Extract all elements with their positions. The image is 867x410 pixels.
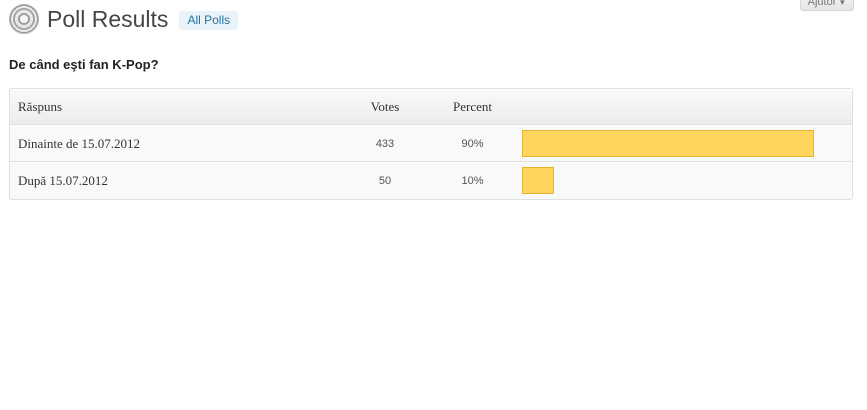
chevron-down-icon: ▼ bbox=[838, 0, 847, 7]
result-bar-track bbox=[522, 163, 842, 199]
table-row: Dinainte de 15.07.2012 433 90% bbox=[10, 125, 852, 162]
column-header-percent: Percent bbox=[453, 99, 492, 114]
column-header-answer: Răspuns bbox=[18, 99, 63, 114]
column-header-votes: Votes bbox=[370, 99, 400, 114]
result-bar-track bbox=[522, 126, 842, 161]
vote-percent: 90% bbox=[461, 137, 484, 150]
table-header-row: Răspuns Votes Percent bbox=[10, 89, 852, 125]
result-bar bbox=[522, 167, 554, 194]
poll-results-page: Ajutor ▼ Poll Results All Polls De când e… bbox=[0, 0, 867, 410]
all-polls-link[interactable]: All Polls bbox=[179, 10, 239, 30]
vote-percent: 10% bbox=[461, 175, 484, 187]
table-row: După 15.07.2012 50 10% bbox=[10, 162, 852, 199]
page-header: Poll Results All Polls bbox=[9, 3, 239, 35]
answer-text: După 15.07.2012 bbox=[18, 173, 108, 188]
page-title: Poll Results bbox=[47, 6, 169, 32]
answer-text: Dinainte de 15.07.2012 bbox=[18, 135, 141, 151]
help-button[interactable]: Ajutor ▼ bbox=[800, 0, 854, 11]
poll-icon bbox=[9, 4, 39, 34]
help-label: Ajutor bbox=[807, 0, 837, 8]
poll-question: De când eşti fan K-Pop? bbox=[9, 57, 159, 72]
result-bar bbox=[522, 130, 814, 157]
vote-count: 50 bbox=[378, 175, 392, 187]
results-table: Răspuns Votes Percent Dinainte de 15.07.… bbox=[9, 88, 853, 200]
vote-count: 433 bbox=[375, 137, 395, 150]
